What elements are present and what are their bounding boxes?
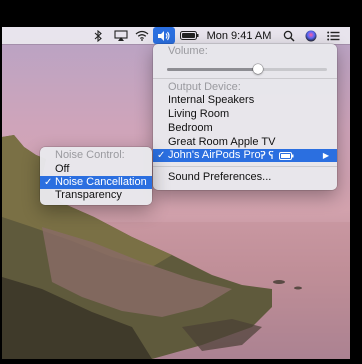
volume-label: Volume: <box>168 45 208 57</box>
battery-icon[interactable] <box>178 27 200 44</box>
device-bedroom[interactable]: Bedroom <box>153 122 337 135</box>
airplay-icon[interactable] <box>112 27 130 44</box>
menu-bar: Mon 9:41 AM <box>2 27 350 44</box>
noise-option-noise-cancellation[interactable]: ✓ Noise Cancellation <box>40 176 152 189</box>
device-internal-speakers[interactable]: Internal Speakers <box>153 94 337 107</box>
volume-slider-knob[interactable] <box>253 64 264 74</box>
noise-option-label: Off <box>55 163 70 175</box>
sound-preferences-item[interactable]: Sound Preferences... <box>153 171 337 184</box>
search-icon[interactable] <box>281 27 297 44</box>
device-label: Great Room Apple TV <box>168 136 276 148</box>
sound-preferences-label: Sound Preferences... <box>168 171 272 183</box>
device-label: John's AirPods Pro <box>168 149 261 161</box>
checkmark-icon: ✓ <box>44 177 53 188</box>
airpods-icon <box>260 151 274 159</box>
noise-option-label: Transparency <box>55 189 122 201</box>
menu-separator <box>153 166 337 167</box>
output-device-label: Output Device: <box>168 81 241 93</box>
siri-icon[interactable] <box>303 27 319 44</box>
device-label: Bedroom <box>168 122 213 134</box>
airpods-battery-icon <box>279 151 294 160</box>
device-label: Internal Speakers <box>168 94 255 106</box>
noise-option-label: Noise Cancellation <box>55 176 147 188</box>
menu-bar-clock[interactable]: Mon 9:41 AM <box>206 27 272 44</box>
bluetooth-icon[interactable] <box>90 27 106 44</box>
device-great-room-apple-tv[interactable]: Great Room Apple TV <box>153 136 337 149</box>
volume-icon[interactable] <box>153 27 175 44</box>
volume-slider-fill <box>167 68 259 71</box>
volume-slider[interactable] <box>167 68 327 71</box>
device-label: Living Room <box>168 108 230 120</box>
noise-option-off[interactable]: Off <box>40 163 152 176</box>
submenu-arrow-icon: ▶ <box>322 151 329 160</box>
device-airpods-pro[interactable]: ✓ John's AirPods Pro ▶ <box>153 149 337 162</box>
menu-separator <box>153 78 337 79</box>
noise-control-submenu: Noise Control: Off ✓ Noise Cancellation … <box>40 147 152 205</box>
device-living-room[interactable]: Living Room <box>153 108 337 121</box>
wifi-icon[interactable] <box>134 27 150 44</box>
noise-control-header: Noise Control: <box>55 149 125 161</box>
notification-center-icon[interactable] <box>324 27 342 44</box>
sound-menu: Volume: Output Device: Internal Speakers… <box>153 44 337 190</box>
noise-option-transparency[interactable]: Transparency <box>40 189 152 202</box>
checkmark-icon: ✓ <box>157 150 166 161</box>
